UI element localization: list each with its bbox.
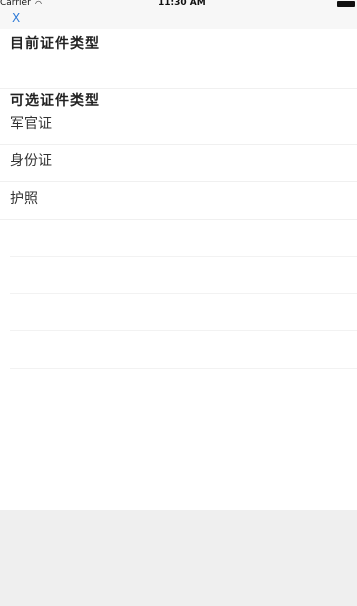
list-item-label: 军官证 [10,116,52,132]
list-divider [10,330,357,331]
list-item-id-card[interactable]: 身份证 [0,145,357,182]
list-divider [10,256,357,257]
list-item-officer-card[interactable]: 军官证 [0,108,357,145]
list-item-passport[interactable]: 护照 [0,183,357,220]
list-item-label: 身份证 [10,153,52,169]
navigation-bar: X [0,9,357,29]
carrier-label: Carrier [0,0,31,8]
wifi-icon: ◠ [35,0,42,8]
bottom-background [0,510,357,606]
battery-icon [337,1,355,7]
list-divider [10,368,357,369]
available-types-header: 可选证件类型 [10,93,100,109]
list-divider [10,293,357,294]
status-time: 11:30 AM [158,0,206,8]
list-item-label: 护照 [10,191,38,207]
status-bar: Carrier ◠ 11:30 AM [0,0,357,9]
close-button[interactable]: X [12,11,20,25]
current-type-header: 目前证件类型 [10,36,100,52]
current-type-value [0,52,357,89]
